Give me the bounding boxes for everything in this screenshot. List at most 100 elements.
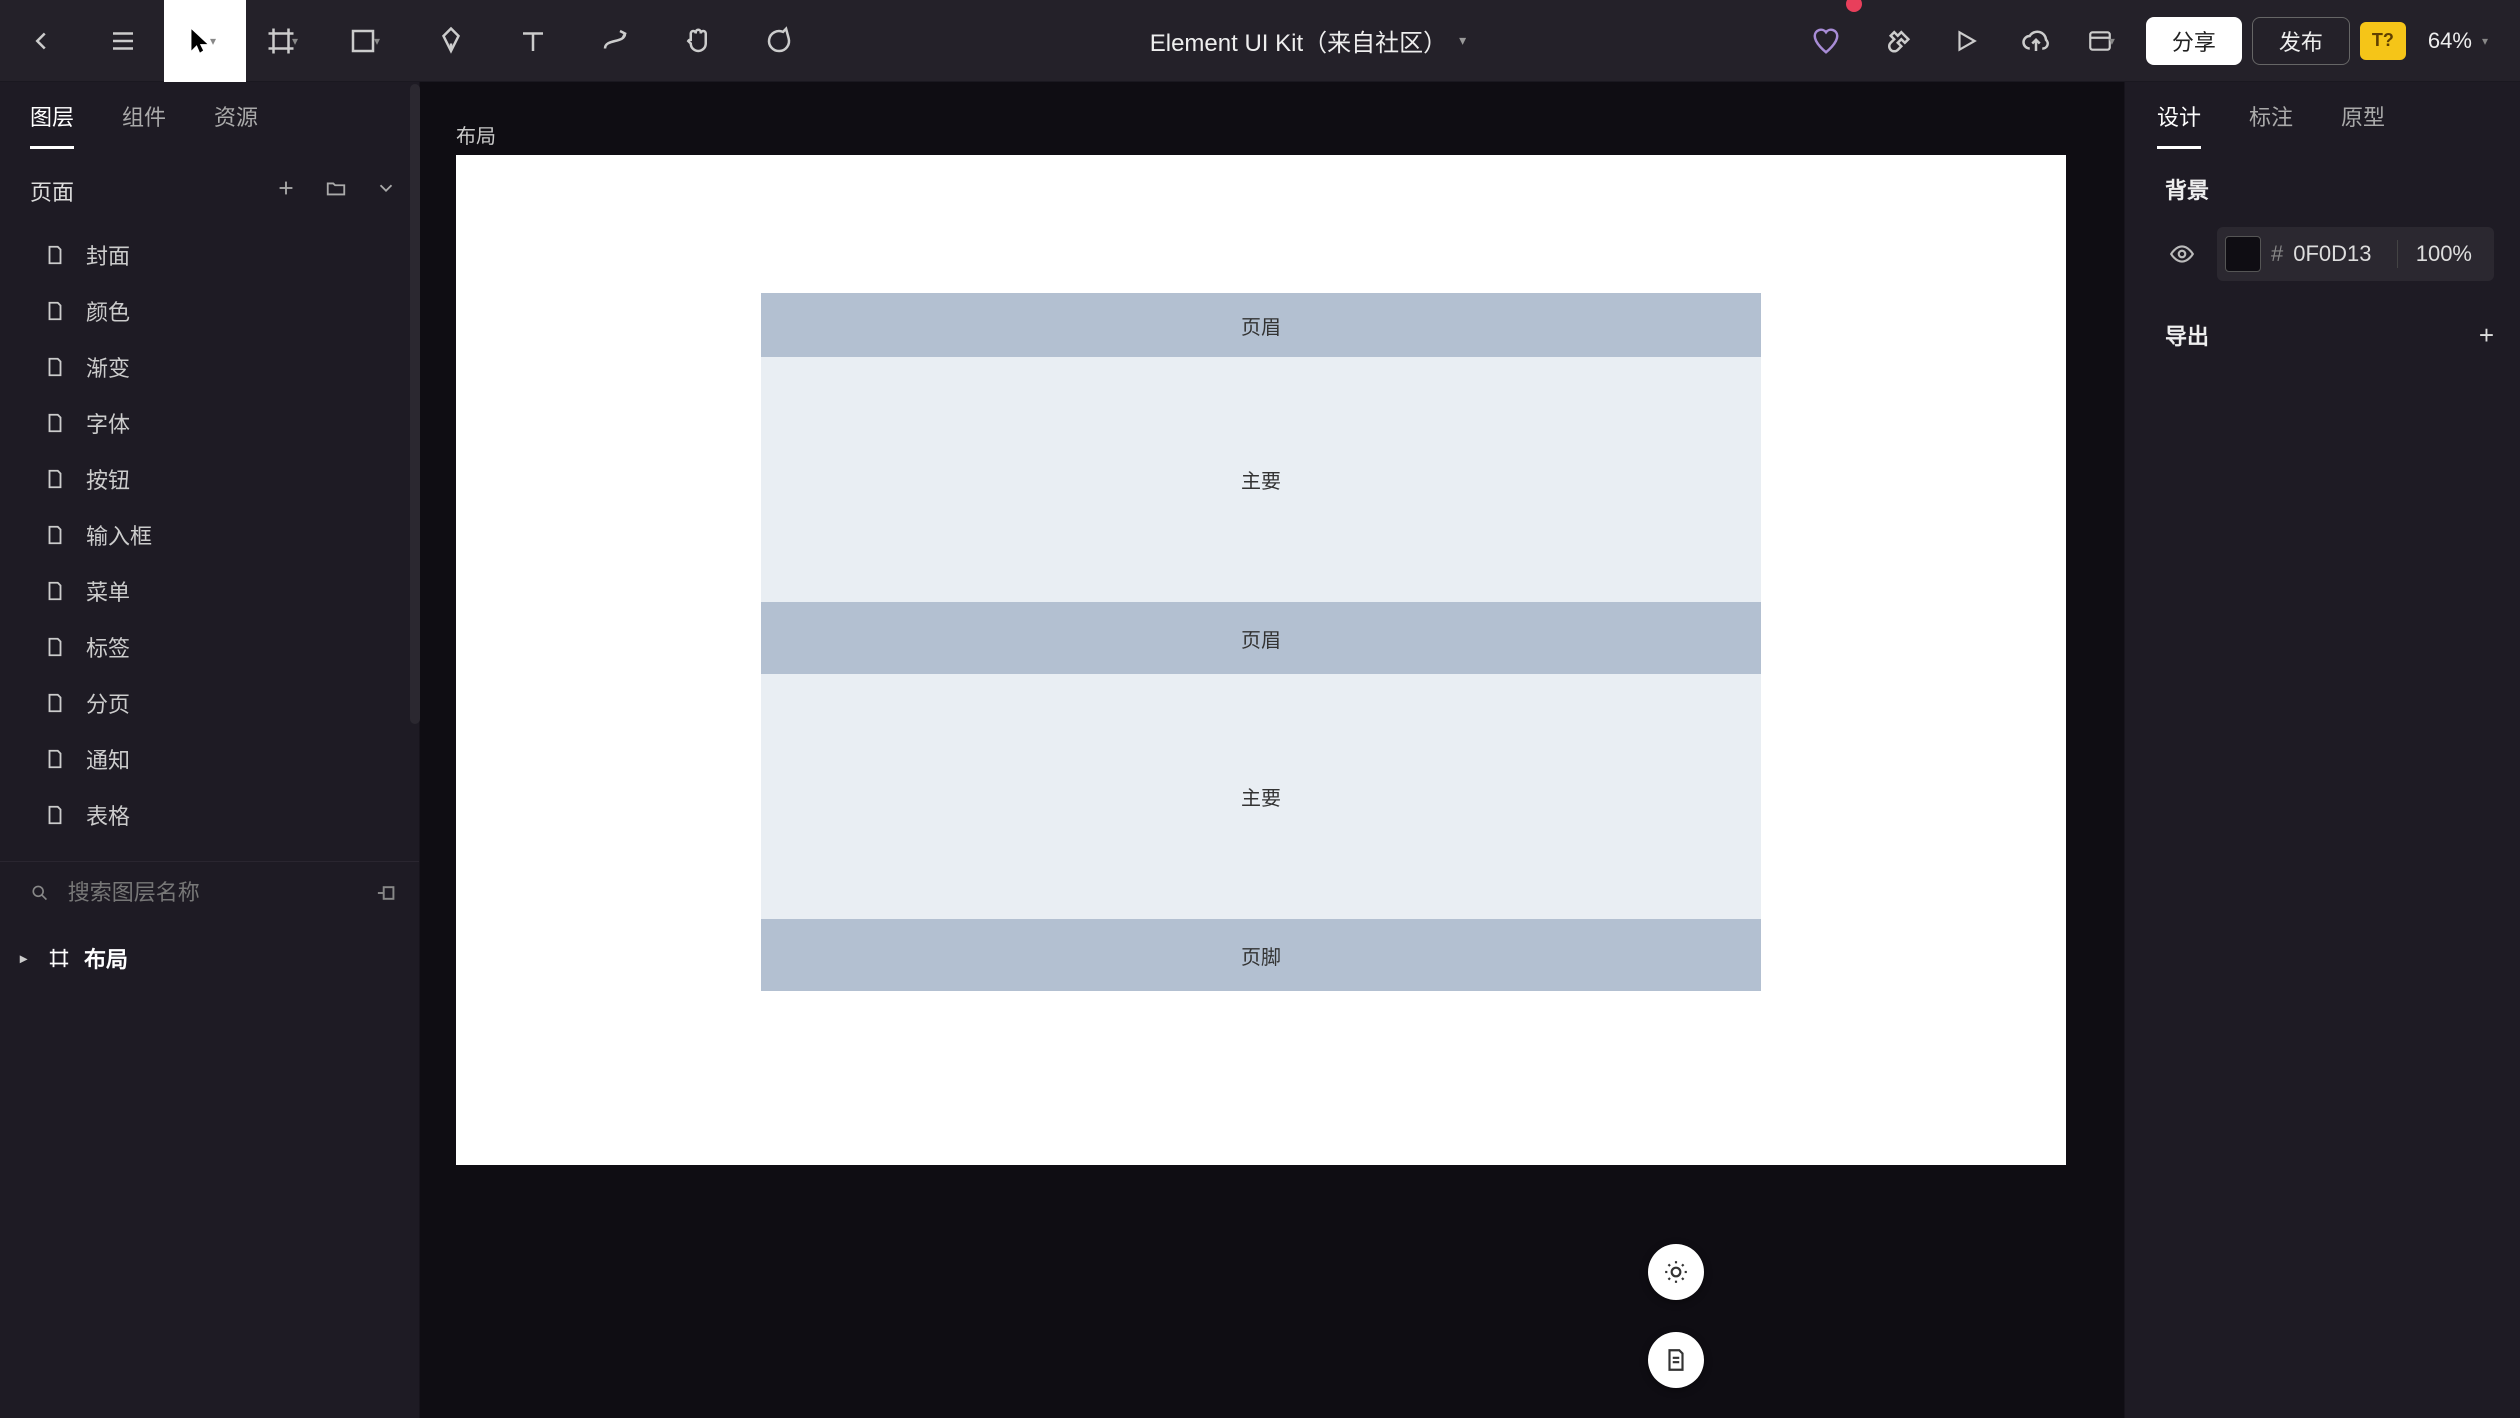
artboard[interactable]: 页眉 主要 页眉 主要 页脚 <box>456 155 2066 1165</box>
page-label: 标签 <box>86 631 130 663</box>
caret-down-icon: ▾ <box>1459 32 1466 49</box>
tab-layers[interactable]: 图层 <box>30 100 74 149</box>
comment-tool-button[interactable] <box>738 0 820 82</box>
share-button[interactable]: 分享 <box>2146 17 2242 65</box>
page-item[interactable]: 通知 <box>0 731 419 787</box>
layout-block-footer[interactable]: 页脚 <box>761 919 1761 991</box>
page-item[interactable]: 输入框 <box>0 507 419 563</box>
expand-chevron-icon[interactable]: ▸ <box>20 950 34 967</box>
visibility-toggle[interactable] <box>2165 237 2199 271</box>
connector-tool-button[interactable] <box>574 0 656 82</box>
feedback-button[interactable] <box>1648 1332 1704 1388</box>
page-label: 分页 <box>86 687 130 719</box>
floating-buttons <box>1648 1244 1704 1388</box>
notification-dot-icon <box>1846 0 1862 12</box>
canvas[interactable]: 布局 页眉 主要 页眉 主要 页脚 <box>420 82 2124 1418</box>
tab-assets[interactable]: 资源 <box>214 100 258 149</box>
layout-demo: 页眉 主要 页眉 主要 页脚 <box>761 293 1761 991</box>
background-row: # 0F0D13 100% <box>2165 227 2494 281</box>
page-label: 输入框 <box>86 519 152 551</box>
user-badge[interactable]: T? <box>2360 22 2406 60</box>
pages-scrollbar[interactable] <box>410 84 420 724</box>
page-item[interactable]: 封面 <box>0 227 419 283</box>
layer-item-root[interactable]: ▸ 布局 <box>0 930 419 986</box>
hand-tool-button[interactable] <box>656 0 738 82</box>
export-section: 导出 + <box>2125 291 2520 361</box>
document-title[interactable]: Element UI Kit（来自社区） ▾ <box>820 23 1796 58</box>
caret-down-icon: ▾ <box>292 34 298 48</box>
collapse-pages-button[interactable] <box>375 177 397 205</box>
page-item[interactable]: 颜色 <box>0 283 419 339</box>
shape-tool-button[interactable]: ▾ <box>328 0 410 82</box>
tab-prototype[interactable]: 原型 <box>2341 100 2385 149</box>
publish-button[interactable]: 发布 <box>2252 17 2350 65</box>
zoom-control[interactable]: 64% ▾ <box>2416 28 2500 54</box>
opacity-value[interactable]: 100% <box>2408 241 2480 267</box>
back-button[interactable] <box>0 0 82 82</box>
background-section: 背景 # 0F0D13 100% <box>2125 149 2520 291</box>
hash-prefix: # <box>2271 241 2283 267</box>
tab-annotate[interactable]: 标注 <box>2249 100 2293 149</box>
frame-icon <box>48 947 70 969</box>
divider <box>2397 240 2398 268</box>
page-label: 字体 <box>86 407 130 439</box>
page-item[interactable]: 字体 <box>0 395 419 451</box>
zoom-value: 64% <box>2428 28 2472 54</box>
background-color-input[interactable]: # 0F0D13 100% <box>2217 227 2494 281</box>
frame-tool-button[interactable]: ▾ <box>246 0 328 82</box>
page-label: 封面 <box>86 239 130 271</box>
layout-block-header[interactable]: 页眉 <box>761 293 1761 357</box>
tab-design[interactable]: 设计 <box>2157 100 2201 149</box>
move-tool-button[interactable]: ▾ <box>164 0 246 82</box>
caret-down-icon: ▾ <box>2109 34 2115 48</box>
pages-header: 页面 <box>0 149 419 221</box>
right-panel-tabs: 设计 标注 原型 <box>2125 82 2520 149</box>
page-item[interactable]: 按钮 <box>0 451 419 507</box>
page-label: 通知 <box>86 743 130 775</box>
layout-view-button[interactable]: ▾ <box>2076 0 2136 82</box>
cloud-upload-button[interactable] <box>2006 0 2066 82</box>
color-swatch[interactable] <box>2225 236 2261 272</box>
page-label: 菜单 <box>86 575 130 607</box>
caret-down-icon: ▾ <box>210 34 216 48</box>
locate-layer-icon[interactable] <box>374 880 397 906</box>
page-item[interactable]: 分页 <box>0 675 419 731</box>
text-tool-button[interactable] <box>492 0 574 82</box>
page-label: 颜色 <box>86 295 130 327</box>
frame-label[interactable]: 布局 <box>456 120 496 149</box>
layout-block-main[interactable]: 主要 <box>761 357 1761 602</box>
topbar-left: ▾ ▾ ▾ <box>0 0 820 81</box>
plugins-button[interactable] <box>1866 0 1926 82</box>
layer-search-input[interactable] <box>68 880 356 906</box>
menu-button[interactable] <box>82 0 164 82</box>
page-item[interactable]: 标签 <box>0 619 419 675</box>
play-button[interactable] <box>1936 0 1996 82</box>
export-section-label: 导出 <box>2165 319 2209 351</box>
page-label: 渐变 <box>86 351 130 383</box>
pages-list: 封面 颜色 渐变 字体 按钮 输入框 菜单 标签 分页 通知 表格 进度条 <box>0 221 419 861</box>
search-icon <box>30 882 50 904</box>
color-hex[interactable]: 0F0D13 <box>2293 241 2386 267</box>
page-item[interactable]: 渐变 <box>0 339 419 395</box>
add-page-button[interactable] <box>275 177 297 205</box>
pen-tool-button[interactable] <box>410 0 492 82</box>
right-panel: 设计 标注 原型 背景 # 0F0D13 100% 导出 + <box>2124 82 2520 1418</box>
main-area: 图层 组件 资源 页面 封面 颜色 渐变 字体 按钮 <box>0 82 2520 1418</box>
layout-block-header[interactable]: 页眉 <box>761 602 1761 674</box>
page-item[interactable]: 菜单 <box>0 563 419 619</box>
document-title-text: Element UI Kit（来自社区） <box>1150 23 1447 58</box>
caret-down-icon: ▾ <box>2482 34 2488 48</box>
background-section-label: 背景 <box>2165 173 2494 205</box>
page-item[interactable]: 表格 <box>0 787 419 843</box>
add-export-button[interactable]: + <box>2479 320 2494 351</box>
layout-block-main[interactable]: 主要 <box>761 674 1761 919</box>
layer-search-row <box>0 861 419 924</box>
notifications-button[interactable] <box>1796 0 1856 82</box>
folder-button[interactable] <box>325 177 347 205</box>
tab-components[interactable]: 组件 <box>122 100 166 149</box>
pages-header-label: 页面 <box>30 175 74 207</box>
page-item[interactable]: 进度条 <box>0 843 419 861</box>
theme-toggle-button[interactable] <box>1648 1244 1704 1300</box>
page-label: 按钮 <box>86 463 130 495</box>
topbar: ▾ ▾ ▾ Element UI Kit（来自社区） ▾ <box>0 0 2520 82</box>
